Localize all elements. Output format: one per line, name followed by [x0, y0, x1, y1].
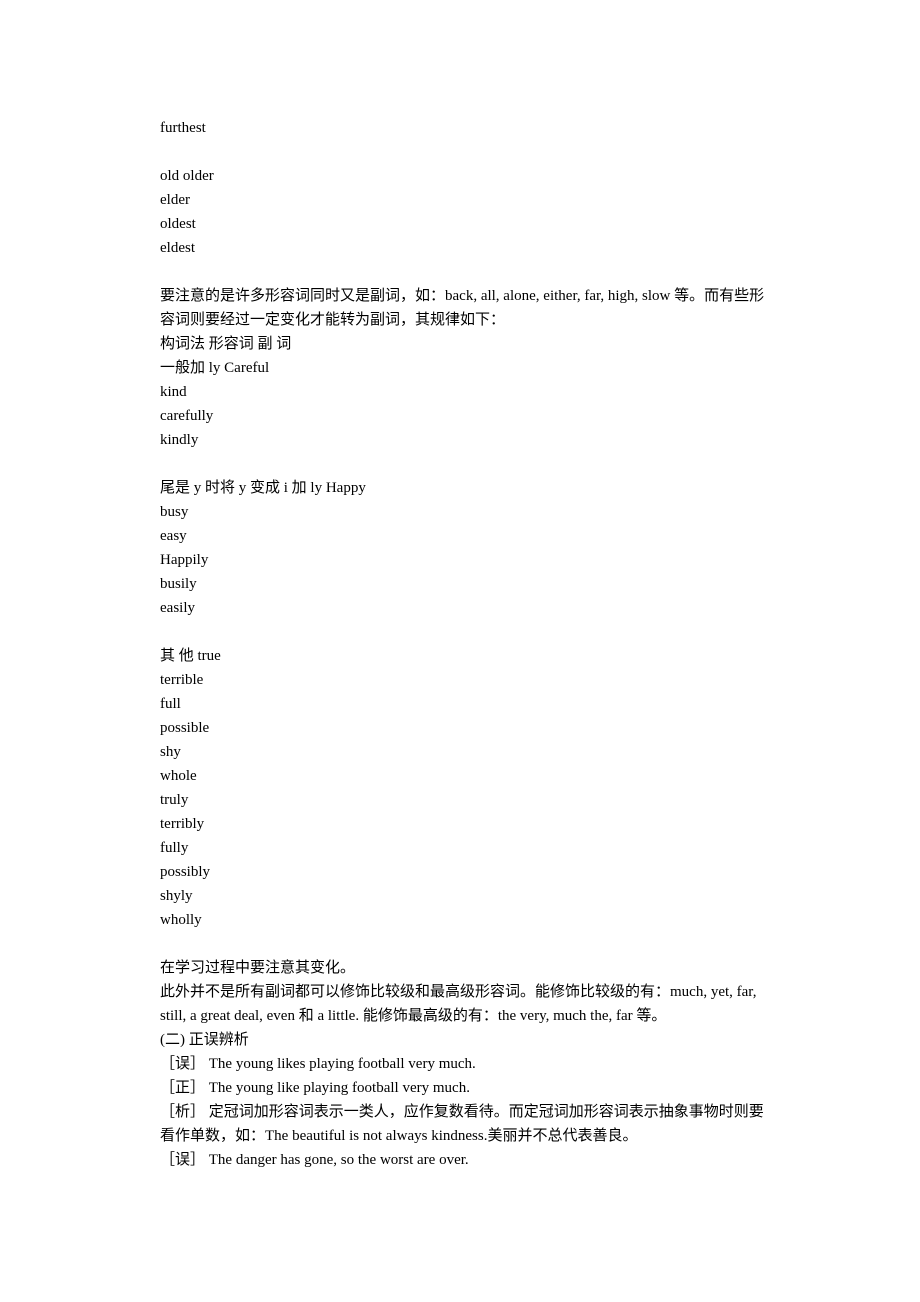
text-line: 一般加 ly Careful — [160, 356, 765, 380]
text-line: ［正］ The young like playing football very… — [160, 1076, 765, 1100]
text-line: eldest — [160, 236, 765, 260]
text-line: carefully — [160, 404, 765, 428]
text-line: wholly — [160, 908, 765, 932]
text-line: possible — [160, 716, 765, 740]
text-line: elder — [160, 188, 765, 212]
text-line: whole — [160, 764, 765, 788]
text-line: shy — [160, 740, 765, 764]
text-line: ［析］ 定冠词加形容词表示一类人，应作复数看待。而定冠词加形容词表示抽象事物时则… — [160, 1100, 765, 1148]
blank-line — [160, 140, 765, 164]
text-line: possibly — [160, 860, 765, 884]
text-line: truly — [160, 788, 765, 812]
text-line: 构词法 形容词 副 词 — [160, 332, 765, 356]
text-line: shyly — [160, 884, 765, 908]
text-line: easy — [160, 524, 765, 548]
blank-line — [160, 932, 765, 956]
text-line: oldest — [160, 212, 765, 236]
text-line: terrible — [160, 668, 765, 692]
text-line: (二) 正误辨析 — [160, 1028, 765, 1052]
text-line: Happily — [160, 548, 765, 572]
text-line: busy — [160, 500, 765, 524]
text-line: easily — [160, 596, 765, 620]
text-line: furthest — [160, 116, 765, 140]
document-page: furthest old olderelder oldesteldest 要注意的是… — [0, 0, 920, 1232]
blank-line — [160, 260, 765, 284]
text-line: 尾是 y 时将 y 变成 i 加 ly Happy — [160, 476, 765, 500]
text-line: 此外并不是所有副词都可以修饰比较级和最高级形容词。能修饰比较级的有：much, … — [160, 980, 765, 1028]
blank-line — [160, 452, 765, 476]
text-line: 其 他 true — [160, 644, 765, 668]
text-line: old older — [160, 164, 765, 188]
text-line: fully — [160, 836, 765, 860]
text-line: 要注意的是许多形容词同时又是副词，如：back, all, alone, eit… — [160, 284, 765, 332]
text-line: busily — [160, 572, 765, 596]
text-line: kind — [160, 380, 765, 404]
text-line: full — [160, 692, 765, 716]
text-line: terribly — [160, 812, 765, 836]
blank-line — [160, 620, 765, 644]
text-line: kindly — [160, 428, 765, 452]
text-line: ［误］ The danger has gone, so the worst ar… — [160, 1148, 765, 1172]
text-line: ［误］ The young likes playing football ver… — [160, 1052, 765, 1076]
text-line: 在学习过程中要注意其变化。 — [160, 956, 765, 980]
